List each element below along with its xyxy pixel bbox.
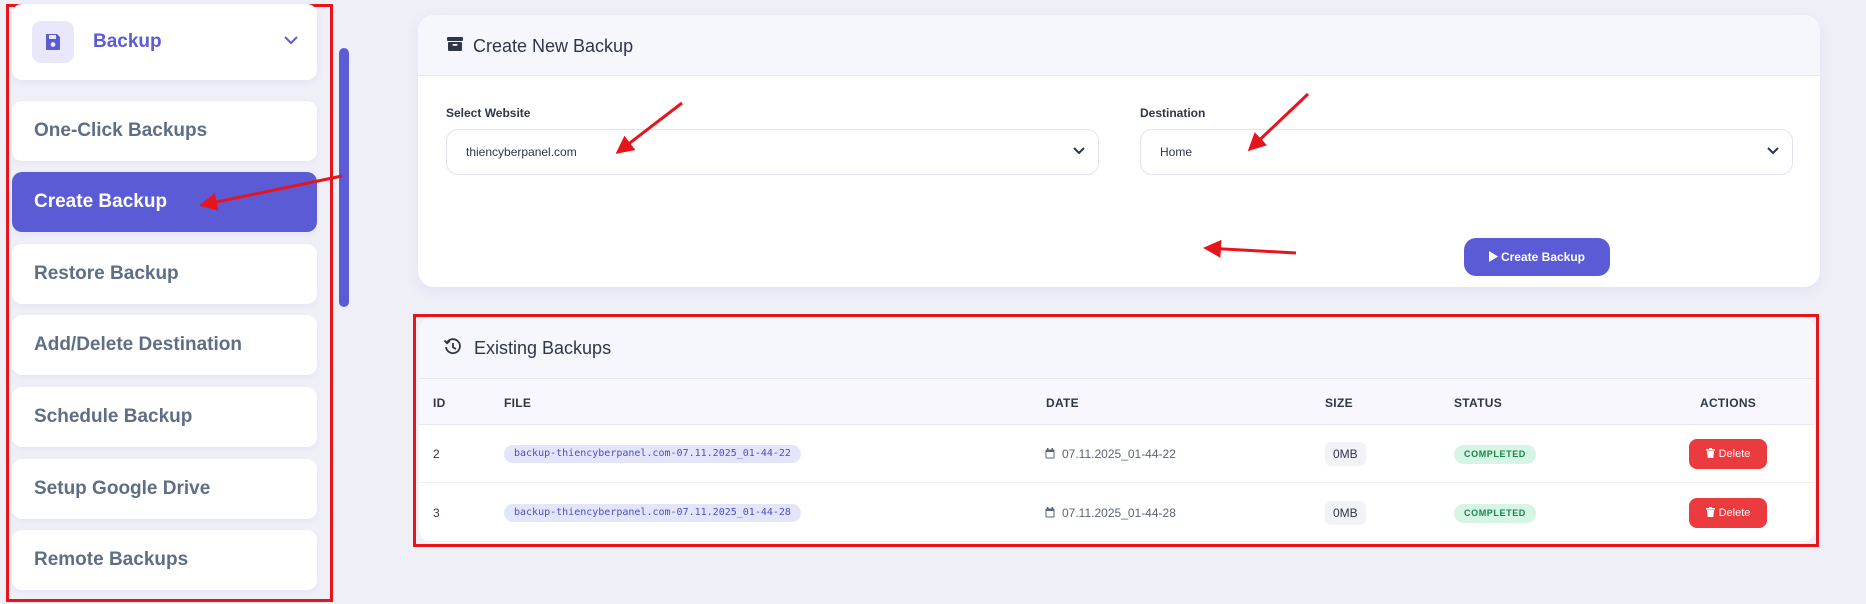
floppy-disk-icon — [32, 21, 74, 63]
destination-select[interactable]: Home — [1140, 129, 1793, 175]
sidebar-item-restore-backup[interactable]: Restore Backup — [12, 244, 317, 304]
play-icon — [1488, 251, 1498, 262]
sidebar-item-create-backup[interactable]: Create Backup — [12, 172, 317, 232]
website-select-value: thiencyberpanel.com — [466, 145, 577, 159]
existing-backups-highlight-frame — [413, 314, 1819, 547]
sidebar-backup-header[interactable]: Backup — [12, 4, 317, 80]
destination-label: Destination — [1140, 106, 1206, 120]
sidebar-item-remote-backups[interactable]: Remote Backups — [12, 530, 317, 590]
sidebar-item-add-delete-destination[interactable]: Add/Delete Destination — [12, 315, 317, 375]
website-select[interactable]: thiencyberpanel.com — [446, 129, 1099, 175]
select-website-label: Select Website — [446, 106, 531, 120]
archive-box-icon — [447, 37, 463, 51]
create-card-title: Create New Backup — [473, 36, 634, 56]
sidebar-item-one-click-backups[interactable]: One-Click Backups — [12, 101, 317, 161]
create-backup-card: Create New Backup Select Website thiency… — [418, 15, 1820, 287]
create-backup-button-label: Create Backup — [1500, 250, 1586, 264]
chevron-down-icon — [1073, 147, 1085, 155]
sidebar-item-setup-google-drive[interactable]: Setup Google Drive — [12, 459, 317, 519]
sidebar-item-schedule-backup[interactable]: Schedule Backup — [12, 387, 317, 447]
chevron-down-icon — [284, 36, 298, 45]
sidebar-header-title: Backup — [93, 31, 162, 52]
destination-select-value: Home — [1160, 145, 1193, 159]
create-backup-button[interactable]: Create Backup — [1464, 238, 1610, 276]
chevron-down-icon — [1767, 147, 1779, 155]
sidebar-scrollbar[interactable] — [339, 48, 349, 307]
create-card-header: Create New Backup — [418, 15, 1820, 76]
